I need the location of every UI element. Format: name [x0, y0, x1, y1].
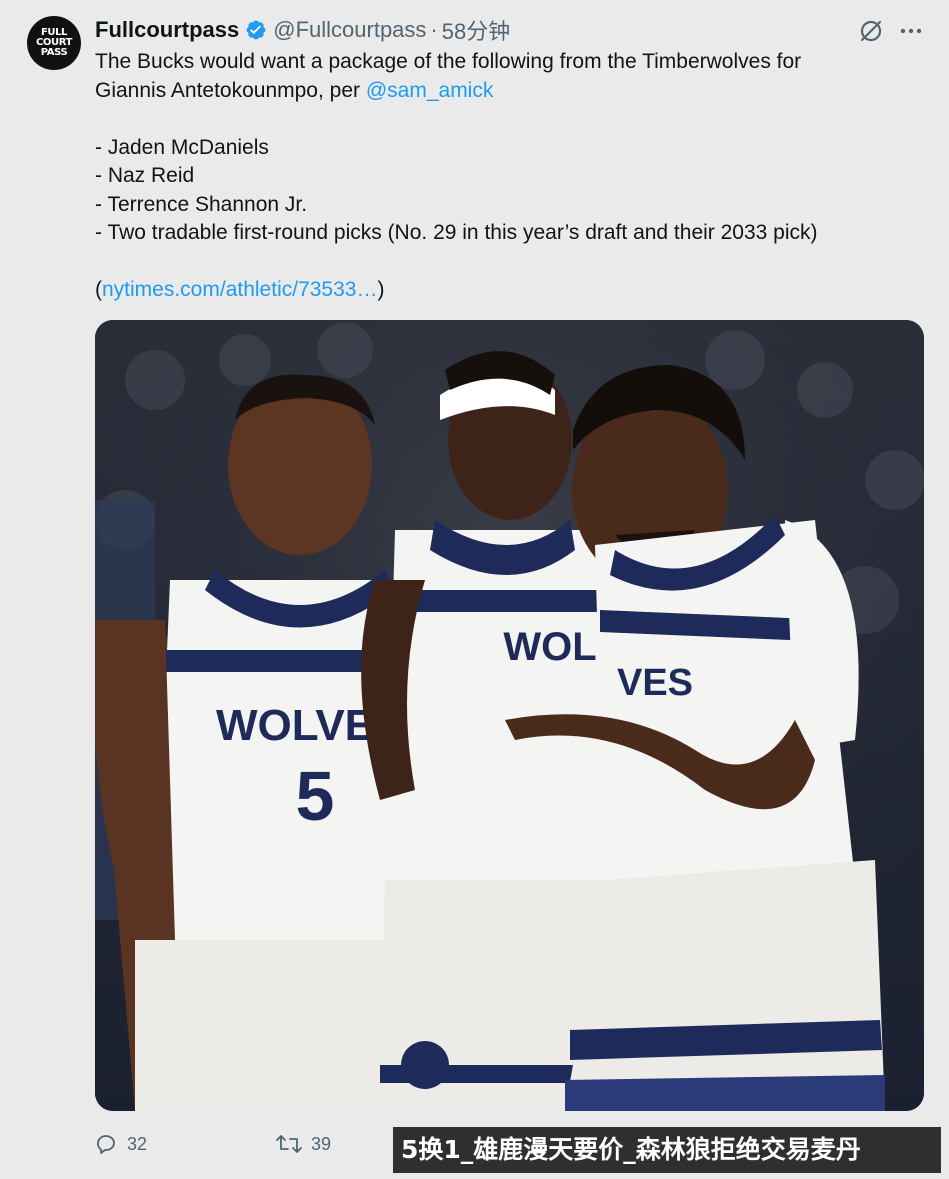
- article-link[interactable]: nytimes.com/athletic/73533…: [102, 278, 377, 301]
- retweet-count: 39: [311, 1133, 332, 1154]
- tweet-line-1: The Bucks would want a package of the fo…: [95, 50, 802, 73]
- svg-text:WOLVE: WOLVE: [216, 701, 374, 750]
- avatar-text-3: PASS: [40, 47, 68, 58]
- timestamp[interactable]: 58分钟: [442, 14, 510, 46]
- link-open-paren: (: [95, 278, 102, 301]
- link-line: (nytimes.com/athletic/73533…): [95, 276, 925, 305]
- tweet-text: The Bucks would want a package of the fo…: [95, 48, 925, 305]
- retweet-button[interactable]: 39: [275, 1132, 331, 1156]
- reply-count: 32: [127, 1133, 148, 1154]
- tweet-line-2-text: Giannis Antetokounmpo, per: [95, 78, 366, 102]
- tweet-photo[interactable]: WOLVE 5 WOL VES: [95, 320, 924, 1111]
- svg-text:5: 5: [296, 757, 335, 835]
- avatar[interactable]: FULL COURT PASS: [27, 16, 81, 70]
- list-item: - Terrence Shannon Jr.: [95, 192, 308, 216]
- verified-badge-icon: [245, 19, 267, 41]
- handle[interactable]: @Fullcourtpass: [273, 17, 426, 43]
- retweet-icon: [276, 1135, 302, 1153]
- overlay-caption: 5换1_雄鹿漫天要价_森林狼拒绝交易麦丹: [393, 1127, 941, 1173]
- list-item: - Naz Reid: [95, 164, 195, 187]
- grok-icon[interactable]: [858, 18, 884, 44]
- reply-icon: [97, 1135, 115, 1154]
- photo-illustration: WOLVE 5 WOL VES: [95, 320, 924, 1111]
- tweet-page: FULL COURT PASS Fullcourtpass @Fullcourt…: [0, 0, 949, 1179]
- link-close-paren: ): [377, 278, 385, 301]
- reply-button[interactable]: 32: [95, 1132, 147, 1156]
- list-item: - Two tradable first-round picks (No. 29…: [95, 221, 818, 244]
- separator: ·: [430, 17, 438, 42]
- mention-link[interactable]: @sam_amick: [366, 79, 494, 102]
- list-item: - Jaden McDaniels: [95, 135, 269, 159]
- tweet-header: Fullcourtpass @Fullcourtpass · 58分钟: [95, 15, 510, 45]
- svg-text:VES: VES: [617, 662, 693, 704]
- svg-text:WOL: WOL: [503, 625, 596, 669]
- tweet-line-2: Giannis Antetokounmpo, per @sam_amick: [95, 77, 925, 106]
- display-name[interactable]: Fullcourtpass: [95, 17, 239, 43]
- more-icon[interactable]: [898, 18, 924, 44]
